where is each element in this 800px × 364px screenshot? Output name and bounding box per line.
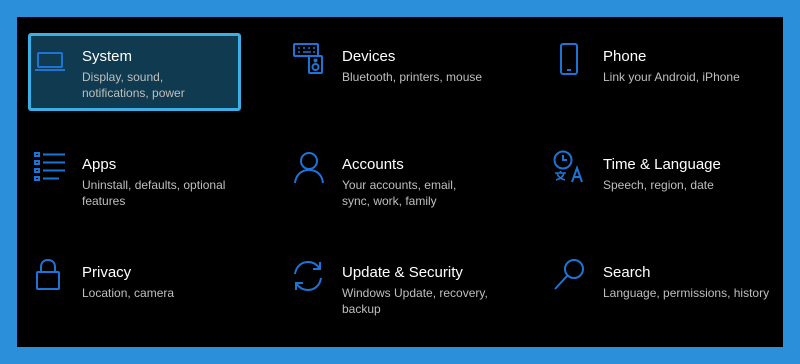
- time-language-icon: [552, 149, 586, 183]
- tile-system[interactable]: System Display, sound, notifications, po…: [28, 33, 241, 111]
- tile-time-language[interactable]: Time & Language Speech, region, date: [550, 141, 780, 219]
- tile-accounts[interactable]: Accounts Your accounts, email, sync, wor…: [289, 141, 529, 219]
- lock-icon: [31, 257, 65, 291]
- tile-privacy-description: Location, camera: [82, 286, 175, 300]
- tile-system-title: System: [82, 48, 133, 65]
- tile-accounts-title: Accounts: [342, 156, 404, 173]
- laptop-icon: [33, 44, 67, 78]
- tile-system-description: Display, sound, notifications, power: [82, 70, 185, 100]
- tile-update-security-description: Windows Update, recovery, backup: [342, 286, 488, 316]
- tile-search[interactable]: Search Language, permissions, history: [550, 249, 780, 327]
- tile-update-security[interactable]: Update & Security Windows Update, recove…: [289, 249, 529, 327]
- tile-devices[interactable]: Devices Bluetooth, printers, mouse: [289, 33, 529, 111]
- tile-devices-description: Bluetooth, printers, mouse: [342, 70, 483, 84]
- tile-accounts-description: Your accounts, email, sync, work, family: [342, 178, 457, 208]
- tile-privacy[interactable]: Privacy Location, camera: [28, 249, 268, 327]
- sync-arrows-icon: [291, 259, 325, 293]
- tile-search-title: Search: [603, 264, 651, 281]
- tile-apps-description: Uninstall, defaults, optional features: [82, 178, 226, 208]
- tile-apps[interactable]: Apps Uninstall, defaults, optional featu…: [28, 141, 268, 219]
- tile-phone[interactable]: Phone Link your Android, iPhone: [550, 33, 780, 111]
- tile-phone-title: Phone: [603, 48, 647, 65]
- tile-time-language-description: Speech, region, date: [603, 178, 714, 192]
- tile-time-language-title: Time & Language: [603, 156, 721, 173]
- tile-update-security-title: Update & Security: [342, 264, 463, 281]
- apps-list-icon: [33, 149, 67, 183]
- tile-apps-title: Apps: [82, 156, 117, 173]
- search-icon: [552, 258, 586, 292]
- keyboard-speaker-icon: [292, 41, 326, 75]
- tile-search-description: Language, permissions, history: [603, 286, 770, 300]
- tile-phone-description: Link your Android, iPhone: [603, 70, 740, 84]
- tile-privacy-title: Privacy: [82, 264, 132, 281]
- person-icon: [292, 150, 326, 184]
- tile-devices-title: Devices: [342, 48, 396, 65]
- settings-window: System Display, sound, notifications, po…: [17, 17, 783, 347]
- phone-icon: [552, 42, 586, 76]
